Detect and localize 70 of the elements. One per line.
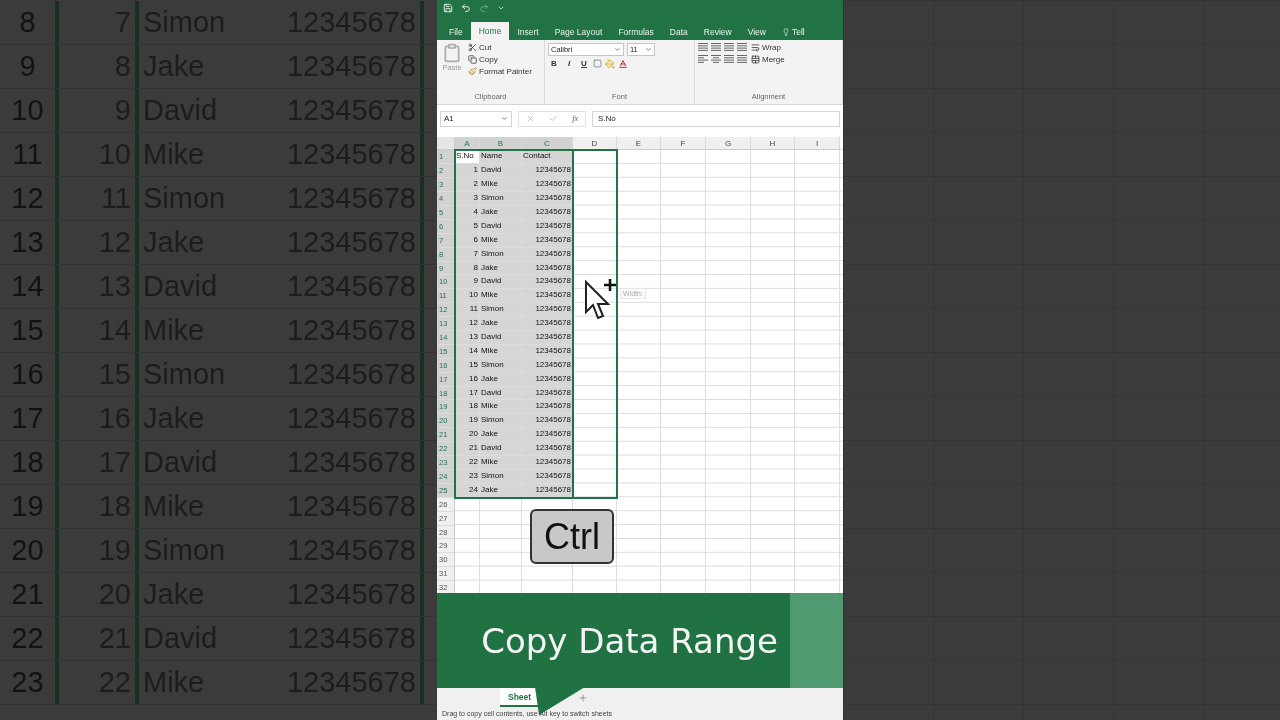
name-box[interactable]: A1	[440, 111, 512, 127]
wrap-text-button[interactable]: Wrap	[751, 42, 785, 52]
table-cell: 12345678	[522, 206, 573, 220]
column-header[interactable]: E	[617, 137, 661, 151]
column-header[interactable]: G	[706, 137, 751, 151]
table-cell: David	[480, 331, 522, 345]
sheet-tab[interactable]: Sheet	[500, 688, 539, 707]
column-header[interactable]: H	[751, 137, 795, 151]
ribbon-tab[interactable]: Formulas	[610, 23, 662, 40]
table-cell: 10	[455, 289, 480, 304]
ribbon-tab[interactable]: Data	[661, 23, 696, 40]
table-cell: David	[480, 275, 522, 290]
column-header[interactable]: I	[795, 137, 840, 151]
underline-button[interactable]: U	[578, 59, 590, 69]
table-cell: 12345678	[522, 192, 573, 206]
table-cell: Mike	[480, 400, 522, 415]
cut-button[interactable]: Cut	[468, 42, 532, 52]
ribbon-tab[interactable]: File	[441, 23, 471, 40]
table-cell: Simon	[480, 303, 522, 318]
merge-button[interactable]: Merge	[751, 54, 785, 64]
ribbon-tab[interactable]: Tell	[773, 23, 813, 40]
table-cell: 12345678	[522, 178, 573, 193]
ribbon-tab[interactable]: Page Layout	[546, 23, 611, 40]
ribbon-tab[interactable]: Review	[695, 23, 740, 40]
formula-field[interactable]: S.No	[592, 111, 840, 127]
table-cell: 13	[455, 331, 480, 345]
bold-button[interactable]: B	[548, 59, 560, 69]
ribbon-tab[interactable]: Home	[470, 21, 510, 40]
table-cell: 21	[455, 442, 480, 457]
table-cell: 12345678	[522, 428, 573, 443]
table-cell: 12345678	[522, 275, 573, 290]
format-painter-button[interactable]: Format Painter	[468, 66, 532, 76]
column-header[interactable]: F	[661, 137, 706, 151]
table-cell: Simon	[480, 192, 522, 206]
table-cell: Mike	[480, 178, 522, 193]
table-cell: 2	[455, 178, 480, 193]
key-overlay: Ctrl	[530, 509, 614, 565]
table-cell: 12345678	[522, 289, 573, 304]
insert-function-button[interactable]: fx	[572, 114, 578, 124]
ribbon-tab[interactable]: Insert	[509, 23, 547, 40]
table-cell: David	[480, 442, 522, 457]
table-cell: Jake	[480, 428, 522, 443]
banner-title: Copy Data Range	[480, 619, 779, 663]
table-cell: 12345678	[522, 331, 573, 345]
italic-button[interactable]: I	[563, 59, 575, 69]
table-cell: 22	[455, 456, 480, 470]
table-cell: 12345678	[522, 164, 573, 179]
table-cell: Mike	[480, 456, 522, 470]
table-cell: Jake	[480, 317, 522, 332]
table-cell: 19	[455, 414, 480, 429]
table-cell: 20	[455, 428, 480, 443]
table-cell: 4	[455, 206, 480, 220]
table-cell: Jake	[480, 206, 522, 220]
table-cell: 9	[455, 275, 480, 290]
table-cell: 18	[455, 400, 480, 415]
table-cell: 1	[455, 164, 480, 179]
table-cell: 12345678	[522, 442, 573, 457]
table-cell: 12345678	[522, 414, 573, 429]
table-cell: 11	[455, 303, 480, 318]
copy-button[interactable]: Copy	[468, 54, 532, 64]
table-cell: 12	[455, 317, 480, 332]
table-cell: Simon	[480, 414, 522, 429]
table-cell: 12345678	[522, 456, 573, 470]
table-cell: 12345678	[522, 303, 573, 318]
table-cell: David	[480, 164, 522, 179]
table-cell: 3	[455, 192, 480, 206]
table-cell: 12345678	[522, 400, 573, 415]
table-cell: 12345678	[522, 317, 573, 332]
table-cell: Mike	[480, 289, 522, 304]
ribbon-tab[interactable]: View	[739, 23, 774, 40]
